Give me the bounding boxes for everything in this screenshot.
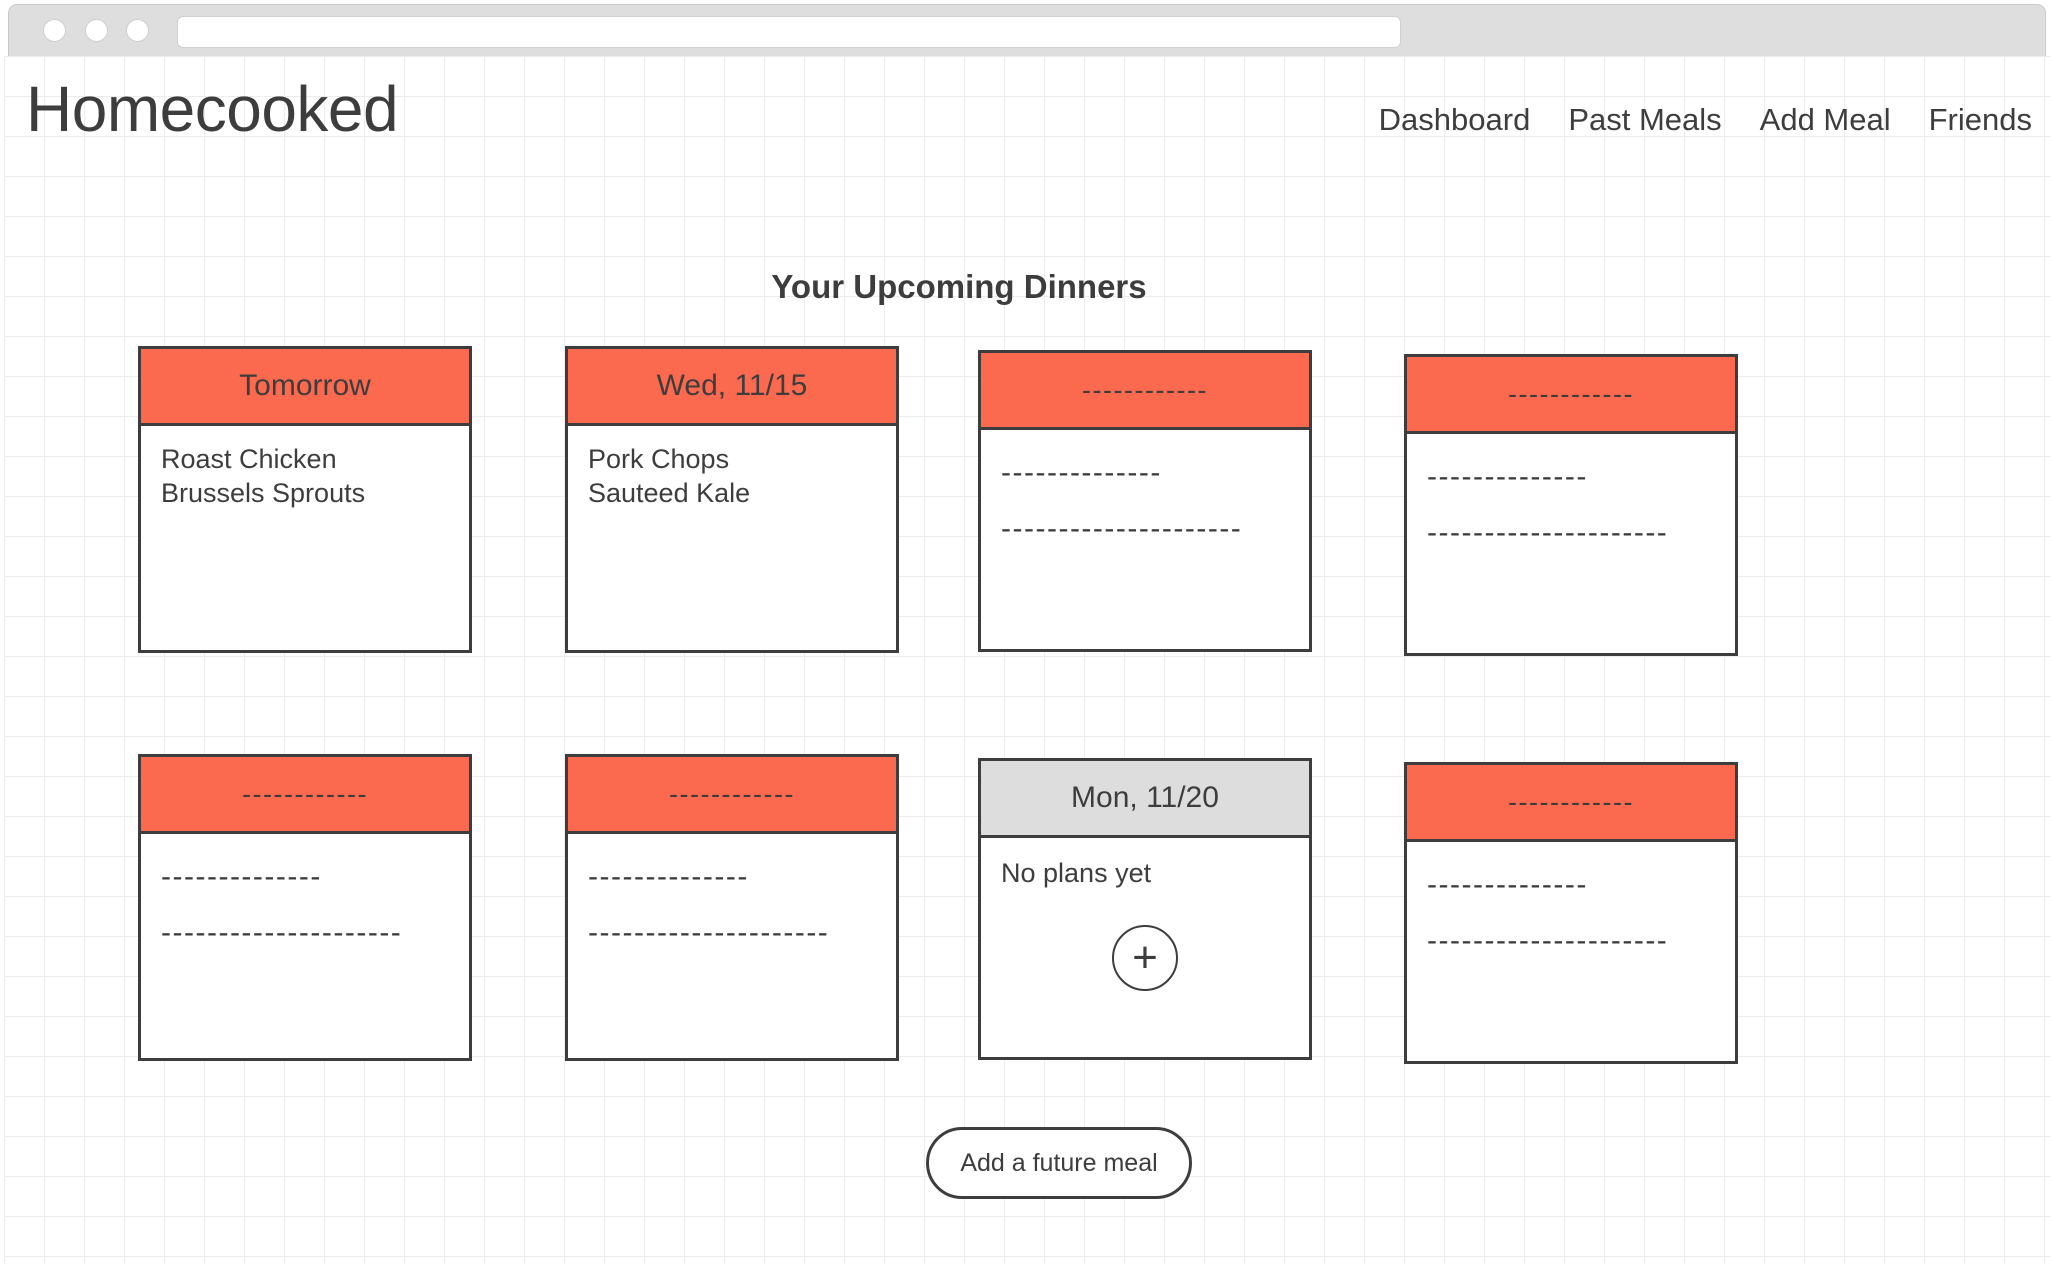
meal-card-header: Wed, 11/15 [568,349,896,426]
meal-card-body: -------------- --------------------- [1407,842,1735,956]
meal-card-body: -------------- --------------------- [1407,434,1735,548]
meal-card-header: ------------ [1407,765,1735,842]
nav-link-dashboard[interactable]: Dashboard [1379,102,1531,138]
meal-card-header: Mon, 11/20 [981,761,1309,838]
meal-item-placeholder: --------------------- [161,916,403,949]
address-bar-input[interactable] [177,16,1401,48]
meal-card-redacted[interactable]: ------------ -------------- ------------… [1404,354,1738,656]
meal-card-date: Wed, 11/15 [656,369,808,402]
page-title: Your Upcoming Dinners [771,268,1147,306]
meal-item-placeholder: -------------- [1001,456,1162,489]
meal-card-date-placeholder: ------------ [669,778,795,809]
window-maximize-button[interactable] [126,19,149,42]
plus-glyph: + [1132,933,1158,982]
meal-card-body: Pork Chops Sauteed Kale [568,426,896,510]
meal-item: Pork Chops [588,444,730,474]
meal-card-header: ------------ [1407,357,1735,434]
meal-item: Sauteed Kale [588,477,751,508]
meal-card-body: -------------- --------------------- [141,834,469,948]
nav-link-friends[interactable]: Friends [1929,102,2032,138]
meal-item-placeholder: -------------- [161,860,322,893]
page-viewport: Homecooked Dashboard Past Meals Add Meal… [4,56,2050,1264]
meal-card-date: Mon, 11/20 [1071,781,1219,814]
browser-window: Homecooked Dashboard Past Meals Add Meal… [0,0,2054,1268]
meal-card-body: No plans yet + [981,838,1309,991]
meal-card-redacted[interactable]: ------------ -------------- ------------… [978,350,1312,652]
add-future-meal-label: Add a future meal [960,1148,1158,1177]
meal-card-date-placeholder: ------------ [1508,786,1634,817]
meal-card[interactable]: Tomorrow Roast Chicken Brussels Sprouts [138,346,472,653]
meal-card-date-placeholder: ------------ [1508,378,1634,409]
meal-item-placeholder: --------------------- [1001,512,1243,545]
window-minimize-button[interactable] [85,19,108,42]
meal-card-header: ------------ [981,353,1309,430]
plus-icon[interactable]: + [1112,925,1178,991]
meal-card[interactable]: Wed, 11/15 Pork Chops Sauteed Kale [565,346,899,653]
meal-card-header: ------------ [141,757,469,834]
site-header: Homecooked Dashboard Past Meals Add Meal… [4,56,2050,166]
meal-card-date-placeholder: ------------ [242,778,368,809]
empty-state-note: No plans yet [1001,858,1152,888]
meal-card-date-placeholder: ------------ [1082,374,1208,405]
brand-title: Homecooked [26,73,399,145]
meal-card-redacted[interactable]: ------------ -------------- ------------… [565,754,899,1061]
meal-card-date: Tomorrow [239,369,371,402]
meal-card-body: Roast Chicken Brussels Sprouts [141,426,469,510]
meal-card-header: Tomorrow [141,349,469,426]
meal-card-header: ------------ [568,757,896,834]
browser-chrome [8,4,2046,56]
meal-card-body: -------------- --------------------- [568,834,896,948]
meal-card-grid: Tomorrow Roast Chicken Brussels Sprouts … [138,346,1748,1069]
meal-item-placeholder: -------------- [1427,460,1588,493]
meal-card-redacted[interactable]: ------------ -------------- ------------… [1404,762,1738,1064]
meal-item: Roast Chicken [161,444,337,474]
meal-card-row: Tomorrow Roast Chicken Brussels Sprouts … [138,346,1748,661]
window-close-button[interactable] [43,19,66,42]
meal-card-body: -------------- --------------------- [981,430,1309,544]
meal-item: Brussels Sprouts [161,477,366,508]
meal-item-placeholder: --------------------- [1427,924,1669,957]
meal-card-redacted[interactable]: ------------ -------------- ------------… [138,754,472,1061]
add-future-meal-button[interactable]: Add a future meal [926,1127,1192,1199]
meal-card-empty[interactable]: Mon, 11/20 No plans yet + [978,758,1312,1060]
meal-card-row: ------------ -------------- ------------… [138,754,1748,1069]
meal-item-placeholder: --------------------- [588,916,830,949]
meal-item-placeholder: -------------- [1427,868,1588,901]
nav-link-add-meal[interactable]: Add Meal [1760,102,1891,138]
nav-link-past-meals[interactable]: Past Meals [1568,102,1721,138]
meal-item-placeholder: -------------- [588,860,749,893]
meal-item-placeholder: --------------------- [1427,516,1669,549]
main-nav: Dashboard Past Meals Add Meal Friends [1379,102,2032,138]
